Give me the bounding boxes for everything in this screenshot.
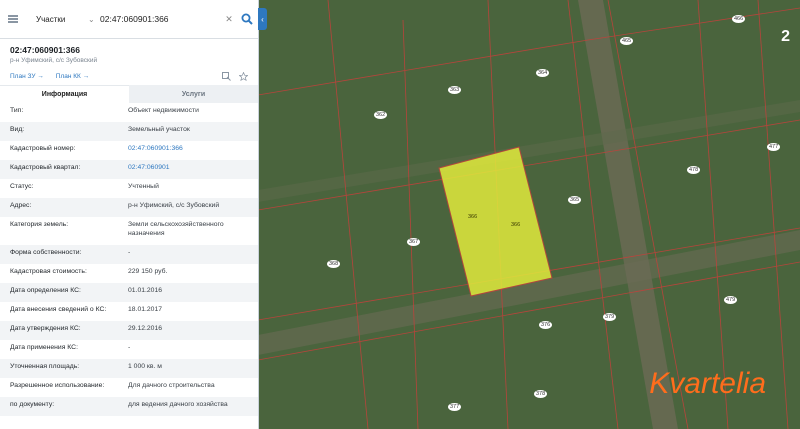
- row-label: Статус:: [10, 183, 34, 190]
- row-label: по документу:: [10, 401, 55, 408]
- tab-information[interactable]: Информация: [0, 85, 129, 103]
- search-bar: Участки ⌄ ✕: [0, 0, 258, 39]
- table-row: Форма собственности: -: [0, 245, 258, 264]
- row-value: -: [128, 249, 131, 256]
- satellite-map[interactable]: [258, 0, 800, 429]
- row-value: 1 000 кв. м: [128, 363, 162, 370]
- collapse-panel-button[interactable]: ‹: [258, 8, 267, 30]
- info-table: Тип: Объект недвижимости Вид: Земельный …: [0, 103, 258, 416]
- corner-number: 2: [781, 28, 790, 45]
- row-label: Тип:: [10, 107, 24, 114]
- table-row: Тип: Объект недвижимости: [0, 103, 258, 122]
- menu-icon[interactable]: [0, 0, 26, 38]
- row-label: Разрешенное использование:: [10, 382, 105, 389]
- close-icon[interactable]: ✕: [222, 14, 236, 25]
- row-label: Дата определения КС:: [10, 287, 81, 294]
- row-value: Объект недвижимости: [128, 107, 199, 114]
- page-title: 02:47:060901:366: [10, 45, 80, 55]
- row-label: Форма собственности:: [10, 249, 82, 256]
- table-row: Кадастровый квартал: 02:47:060901: [0, 160, 258, 179]
- action-icons: [222, 72, 248, 81]
- row-value: -: [128, 344, 131, 351]
- star-icon[interactable]: [239, 72, 248, 81]
- row-value: для ведения дачного хозяйства: [128, 401, 228, 408]
- cadastral-number-link[interactable]: 02:47:060901:366: [128, 141, 248, 154]
- table-row: Кадастровый номер: 02:47:060901:366: [0, 141, 258, 160]
- info-panel: Участки ⌄ ✕ 02:47:060901:366 р-н Уфимски…: [0, 0, 259, 429]
- row-label: Дата применения КС:: [10, 344, 78, 351]
- row-value: Земельный участок: [128, 126, 190, 133]
- row-label: Категория земель:: [10, 221, 69, 228]
- row-value: Для дачного строительства: [128, 382, 215, 389]
- row-label: Кадастровая стоимость:: [10, 268, 87, 275]
- row-label: Адрес:: [10, 202, 32, 209]
- table-row: Дата определения КС: 01.01.2016: [0, 283, 258, 302]
- table-row: Дата утверждения КС: 29.12.2016: [0, 321, 258, 340]
- table-row: Уточненная площадь: 1 000 кв. м: [0, 359, 258, 378]
- layer-select[interactable]: Участки: [26, 15, 88, 24]
- search-input[interactable]: [98, 14, 222, 24]
- row-label: Дата утверждения КС:: [10, 325, 81, 332]
- table-row: Статус: Учтенный: [0, 179, 258, 198]
- map-view[interactable]: 06091 47 2 466 465 364 363 362 365 367 3…: [258, 0, 800, 429]
- watermark-logo: Kvartelia: [649, 367, 766, 400]
- row-label: Кадастровый номер:: [10, 145, 76, 152]
- row-label: Кадастровый квартал:: [10, 164, 81, 171]
- table-row: по документу: для ведения дачного хозяйс…: [0, 397, 258, 416]
- row-value: 229 150 руб.: [128, 268, 168, 275]
- row-value: Земли сельскохозяйственного назначения: [128, 221, 224, 237]
- row-label: Уточненная площадь:: [10, 363, 80, 370]
- search-icon: [241, 13, 253, 25]
- table-row: Разрешенное использование: Для дачного с…: [0, 378, 258, 397]
- address-subtitle: р-н Уфимский, с/с Зубовский: [10, 57, 98, 64]
- table-row: Категория земель: Земли сельскохозяйстве…: [0, 217, 258, 245]
- cadastral-quarter-link[interactable]: 02:47:060901: [128, 160, 248, 173]
- plan-kk-link[interactable]: План КК →: [56, 73, 89, 80]
- row-value: 18.01.2017: [128, 306, 163, 313]
- map-search-icon[interactable]: [222, 72, 231, 81]
- row-value: 01.01.2016: [128, 287, 163, 294]
- row-value: 29.12.2016: [128, 325, 163, 332]
- table-row: Кадастровая стоимость: 229 150 руб.: [0, 264, 258, 283]
- tab-services[interactable]: Услуги: [129, 85, 258, 103]
- table-row: Вид: Земельный участок: [0, 122, 258, 141]
- row-label: Вид:: [10, 126, 25, 133]
- table-row: Адрес: р-н Уфимский, с/с Зубовский: [0, 198, 258, 217]
- chevron-down-icon[interactable]: ⌄: [88, 15, 98, 24]
- plan-zu-link[interactable]: План ЗУ →: [10, 73, 44, 80]
- tabs: Информация Услуги: [0, 85, 258, 103]
- row-value: р-н Уфимский, с/с Зубовский: [128, 202, 220, 209]
- row-value: Учтенный: [128, 183, 159, 190]
- table-row: Дата внесения сведений о КС: 18.01.2017: [0, 302, 258, 321]
- table-row: Дата применения КС: -: [0, 340, 258, 359]
- search-button[interactable]: [236, 0, 258, 38]
- row-label: Дата внесения сведений о КС:: [10, 306, 107, 313]
- plan-links: План ЗУ → План КК →: [0, 64, 258, 85]
